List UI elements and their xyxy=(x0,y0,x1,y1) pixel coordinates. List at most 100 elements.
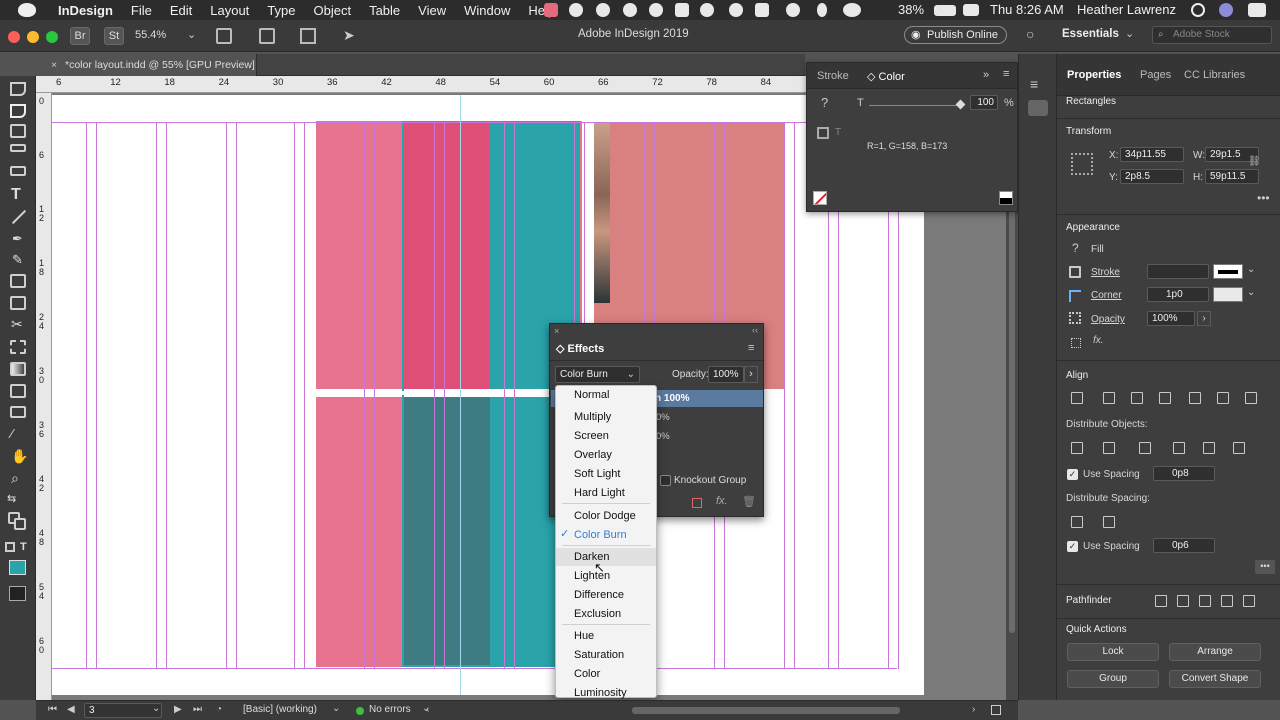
distribute-horizontal-space-icon[interactable] xyxy=(1103,516,1115,528)
tab-pages[interactable]: Pages xyxy=(1140,69,1171,81)
spacing-input-2[interactable]: 0p6 xyxy=(1153,538,1215,553)
collapse-panel-icon[interactable]: » xyxy=(983,69,989,81)
distribute-left-icon[interactable] xyxy=(1173,442,1185,454)
formatting-text-icon[interactable]: T xyxy=(20,541,27,553)
publish-online-button[interactable]: ◉ Publish Online xyxy=(904,26,1007,44)
dropbox-icon[interactable] xyxy=(675,3,689,17)
menu-view[interactable]: View xyxy=(418,3,446,18)
menu-window[interactable]: Window xyxy=(464,3,510,18)
more-align-options-icon[interactable]: ••• xyxy=(1255,560,1275,574)
direct-selection-tool-icon[interactable] xyxy=(10,104,26,118)
pathfinder-exclude-icon[interactable] xyxy=(1221,595,1233,607)
clear-effects-icon[interactable] xyxy=(692,498,702,508)
building-photo-strip[interactable] xyxy=(594,123,610,303)
next-page-icon[interactable]: ▶ xyxy=(174,704,182,715)
none-swatch-icon[interactable] xyxy=(813,191,827,205)
page-tool-icon[interactable] xyxy=(10,124,26,138)
formatting-container-icon[interactable] xyxy=(5,542,15,552)
workspace-switcher[interactable]: Essentials xyxy=(1062,28,1119,40)
preflight-profile-chevron-icon[interactable]: ⌄ xyxy=(332,703,340,714)
knockout-group-checkbox[interactable] xyxy=(660,475,671,486)
blend-option-color-burn[interactable]: Color Burn xyxy=(556,526,656,544)
blend-option-hard-light[interactable]: Hard Light xyxy=(556,484,656,502)
first-page-icon[interactable]: ⏮ xyxy=(48,704,57,715)
zoom-dropdown-chevron-icon[interactable]: ⌄ xyxy=(187,28,196,41)
opacity-input[interactable]: 100% xyxy=(1147,311,1195,326)
align-center-icon[interactable] xyxy=(1131,392,1143,404)
page-number-input[interactable]: 3 xyxy=(84,703,162,718)
align-middle-icon[interactable] xyxy=(1217,392,1229,404)
menu-type[interactable]: Type xyxy=(267,3,295,18)
stroke-type-swatch[interactable] xyxy=(1213,264,1243,279)
constrain-proportions-icon[interactable]: ⛓ xyxy=(1248,156,1261,167)
sync-icon[interactable] xyxy=(596,3,610,17)
app-tray-icon[interactable] xyxy=(544,3,558,17)
app-menu[interactable]: InDesign xyxy=(58,3,113,18)
blend-option-difference[interactable]: Difference xyxy=(556,586,656,604)
close-window-button[interactable] xyxy=(8,31,20,43)
black-white-swatch-icon[interactable] xyxy=(999,191,1013,205)
distribute-vcenter-icon[interactable] xyxy=(1103,442,1115,454)
more-transform-options-icon[interactable]: ••• xyxy=(1257,191,1270,205)
distribute-vertical-space-icon[interactable] xyxy=(1071,516,1083,528)
close-panel-icon[interactable]: × xyxy=(554,326,559,336)
line-tool-icon[interactable] xyxy=(11,209,27,225)
align-to-icon[interactable] xyxy=(1071,392,1083,404)
minimize-window-button[interactable] xyxy=(27,31,39,43)
lightbulb-icon[interactable]: ○ xyxy=(1026,26,1034,42)
corner-shape-swatch[interactable] xyxy=(1213,287,1243,302)
menu-table[interactable]: Table xyxy=(369,3,400,18)
horizontal-ruler[interactable]: 6 12 18 24 30 36 42 48 54 60 66 72 78 84 xyxy=(36,76,806,93)
blend-option-normal[interactable]: Normal xyxy=(556,386,656,404)
menu-object[interactable]: Object xyxy=(314,3,352,18)
tint-slider-track[interactable] xyxy=(869,105,961,106)
document-tab[interactable]: × *color layout.indd @ 55% [GPU Preview] xyxy=(45,54,257,76)
document-page[interactable] xyxy=(52,95,924,695)
time-machine-icon[interactable] xyxy=(786,3,800,17)
blend-option-saturation[interactable]: Saturation xyxy=(556,646,656,664)
tab-stroke[interactable]: Stroke xyxy=(817,70,849,82)
stroke-proxy-icon[interactable] xyxy=(817,127,829,139)
collapse-effects-icon[interactable]: ‹‹ xyxy=(752,325,758,335)
user-name[interactable]: Heather Lawrenz xyxy=(1077,2,1176,17)
panel-menu-icon[interactable]: ≡ xyxy=(1003,68,1009,80)
swap-fill-stroke-icon[interactable]: ⇆ xyxy=(7,492,16,505)
blend-option-screen[interactable]: Screen xyxy=(556,427,656,445)
y-input[interactable]: 2p8.5 xyxy=(1120,169,1184,184)
arrange-button[interactable]: Arrange xyxy=(1169,643,1261,661)
cloud-upload-icon[interactable] xyxy=(623,3,637,17)
screen-mode-normal-icon[interactable] xyxy=(9,586,26,601)
blend-option-hue[interactable]: Hue xyxy=(556,627,656,645)
pen-tool-icon[interactable]: ✒ xyxy=(12,231,23,247)
stroke-icon[interactable] xyxy=(1069,266,1081,278)
fill-icon[interactable]: ? xyxy=(1072,241,1079,255)
hand-tool-icon[interactable]: ✋ xyxy=(11,448,28,465)
tab-properties[interactable]: Properties xyxy=(1067,69,1121,81)
opacity-arrow-icon[interactable]: › xyxy=(1197,311,1211,326)
stroke-type-chevron-icon[interactable]: ⌄ xyxy=(1247,264,1255,275)
zoom-tool-icon[interactable]: ⌕ xyxy=(11,470,19,487)
previous-page-icon[interactable]: ◀ xyxy=(67,704,75,715)
battery-icon[interactable] xyxy=(934,5,956,16)
stroke-swatch-icon[interactable] xyxy=(14,518,26,530)
distribute-top-icon[interactable] xyxy=(1071,442,1083,454)
errors-status[interactable]: No errors xyxy=(369,704,411,715)
align-bottom-icon[interactable] xyxy=(1245,392,1257,404)
distribute-hcenter-icon[interactable] xyxy=(1203,442,1215,454)
gradient-feather-tool-icon[interactable] xyxy=(10,384,26,398)
google-drive-icon[interactable] xyxy=(700,3,714,17)
pathfinder-intersect-icon[interactable] xyxy=(1199,595,1211,607)
fill-stroke-proxy-icon[interactable]: ? xyxy=(821,95,828,110)
pathfinder-subtract-icon[interactable] xyxy=(1177,595,1189,607)
scroll-left-icon[interactable]: ‹ xyxy=(426,704,429,715)
scissors-tool-icon[interactable]: ✂ xyxy=(11,316,23,333)
align-top-icon[interactable] xyxy=(1189,392,1201,404)
tab-cc-libraries[interactable]: CC Libraries xyxy=(1184,69,1245,81)
gradient-swatch-tool-icon[interactable] xyxy=(10,362,26,376)
eyedropper-tool-icon[interactable]: ⁄ xyxy=(11,426,13,441)
last-page-icon[interactable]: ⏭ xyxy=(193,704,202,715)
arrange-documents-icon[interactable] xyxy=(300,28,316,44)
preflight-profile[interactable]: [Basic] (working) xyxy=(243,704,317,715)
blend-option-color-dodge[interactable]: Color Dodge xyxy=(556,507,656,525)
pathfinder-minus-back-icon[interactable] xyxy=(1243,595,1255,607)
